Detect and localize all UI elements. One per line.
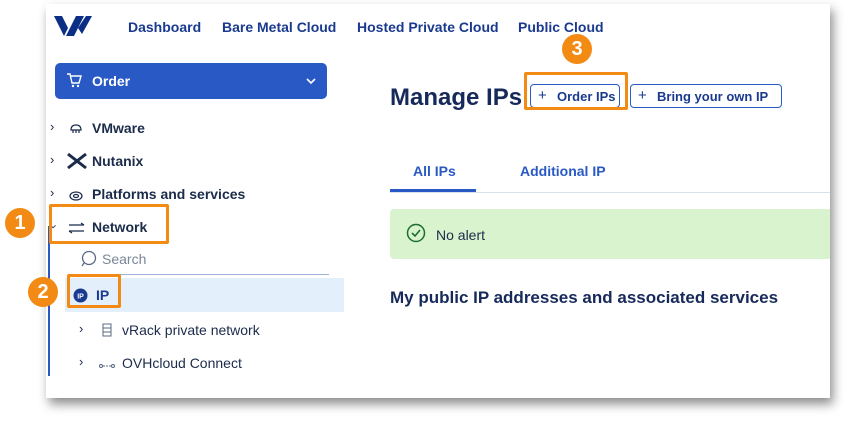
- nutanix-icon: [66, 152, 88, 175]
- nav-public-cloud[interactable]: Public Cloud: [518, 19, 604, 35]
- step-badge-1: 1: [5, 208, 35, 238]
- sidebar-item-label: OVHcloud Connect: [122, 355, 242, 371]
- active-tab-indicator: [390, 189, 476, 192]
- section-title: My public IP addresses and associated se…: [390, 288, 779, 307]
- sidebar-item-vrack[interactable]: › vRack private network: [46, 318, 344, 342]
- vrack-icon: [102, 323, 112, 342]
- sidebar-item-nutanix[interactable]: › Nutanix: [46, 149, 344, 173]
- nav-hosted-private-cloud[interactable]: Hosted Private Cloud: [357, 19, 499, 35]
- sidebar-item-vmware[interactable]: › VMware: [46, 116, 344, 140]
- sidebar-item-ovhcloud-connect[interactable]: › OVHcloud Connect: [46, 351, 344, 375]
- ip-tabs: All IPs Additional IP: [390, 148, 830, 193]
- check-circle-icon: [406, 223, 426, 248]
- chevron-right-icon: ›: [79, 321, 84, 336]
- app-window: Dashboard Bare Metal Cloud Hosted Privat…: [46, 4, 830, 398]
- order-label: Order: [92, 73, 131, 89]
- bring-your-own-ip-button[interactable]: + Bring your own IP: [630, 84, 782, 108]
- chevron-right-icon: ›: [50, 185, 55, 200]
- step-badge-2: 2: [28, 277, 58, 307]
- search-input[interactable]: Search: [79, 248, 329, 275]
- step-badge-3: 3: [562, 34, 592, 64]
- sidebar-item-label: Nutanix: [92, 153, 144, 169]
- sidebar-item-label: vRack private network: [122, 322, 260, 338]
- nav-dashboard[interactable]: Dashboard: [128, 19, 201, 35]
- search-icon: [80, 250, 98, 273]
- top-navigation: Dashboard Bare Metal Cloud Hosted Privat…: [46, 4, 830, 48]
- cart-icon: [66, 72, 82, 93]
- nav-bare-metal-cloud[interactable]: Bare Metal Cloud: [222, 19, 336, 35]
- vmware-icon: [68, 120, 84, 141]
- tab-all-ips[interactable]: All IPs: [413, 163, 456, 179]
- sidebar-item-label: Platforms and services: [92, 186, 246, 202]
- plus-icon: +: [638, 87, 647, 104]
- highlight-network: [49, 204, 169, 244]
- search-placeholder: Search: [102, 251, 147, 267]
- byoip-label: Bring your own IP: [657, 89, 769, 104]
- ovhcloud-logo[interactable]: [52, 14, 94, 45]
- chevron-right-icon: ›: [50, 152, 55, 167]
- tab-additional-ip[interactable]: Additional IP: [520, 163, 606, 179]
- chevron-right-icon: ›: [79, 354, 84, 369]
- highlight-order-ips: [524, 72, 628, 110]
- highlight-ip: [67, 274, 121, 308]
- chevron-right-icon: ›: [50, 119, 55, 134]
- alert-text: No alert: [436, 227, 486, 243]
- chevron-down-icon: [305, 74, 317, 92]
- sidebar-item-platforms[interactable]: › Platforms and services: [46, 182, 344, 206]
- alert-banner: No alert: [390, 209, 830, 259]
- connect-icon: [99, 358, 115, 376]
- sidebar-item-label: VMware: [92, 120, 145, 136]
- page-title: Manage IPs: [390, 84, 523, 111]
- order-button[interactable]: Order: [55, 63, 327, 99]
